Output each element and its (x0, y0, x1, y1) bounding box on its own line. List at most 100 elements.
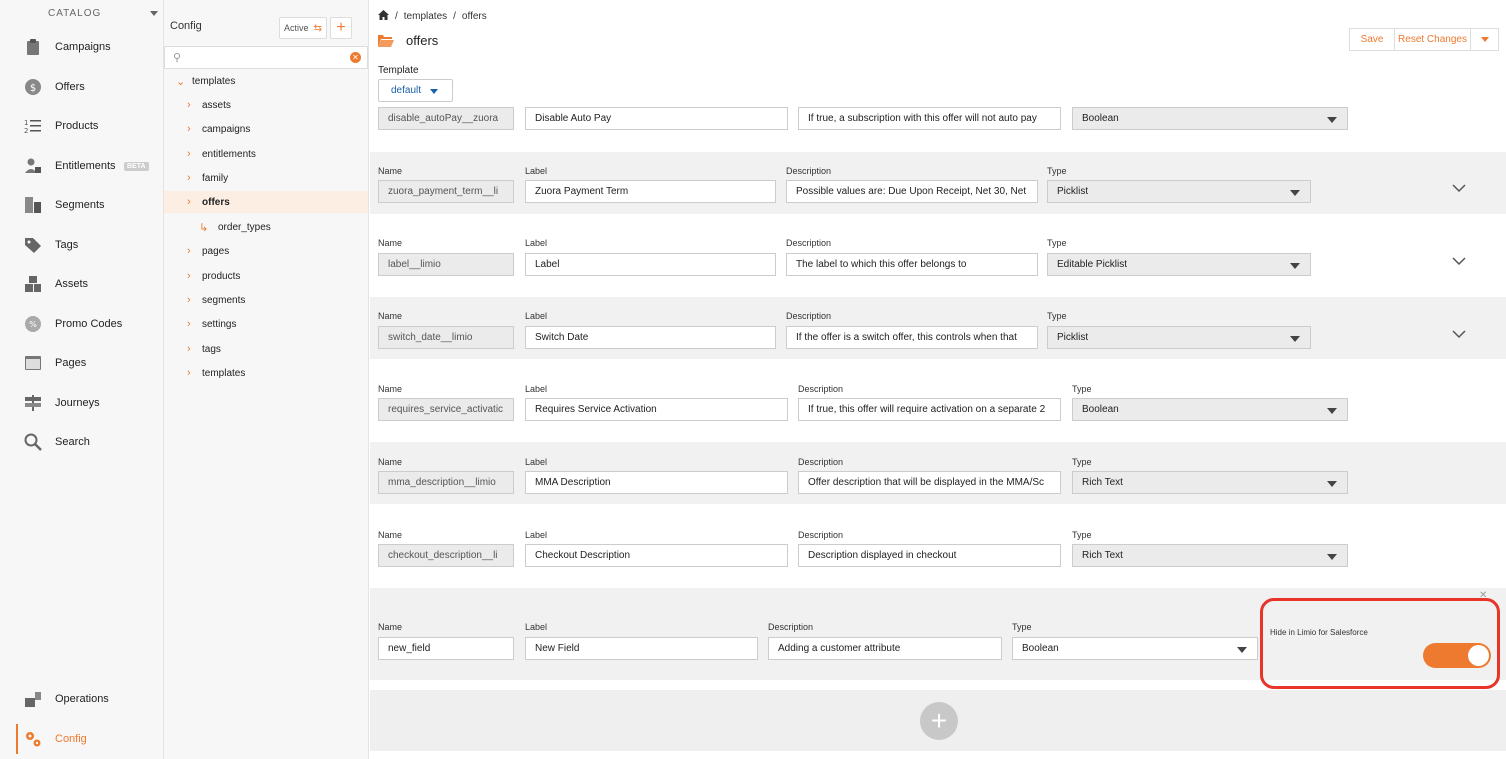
chevron-right-icon: › (187, 172, 191, 184)
nav-label: Search (55, 436, 90, 448)
save-button[interactable]: Save (1349, 28, 1395, 51)
nav-item-tags[interactable]: Tags (0, 230, 163, 260)
template-select[interactable]: default (378, 79, 453, 102)
field-label-input[interactable]: Requires Service Activation (525, 398, 788, 421)
field-type-select[interactable]: Picklist (1047, 326, 1311, 349)
nav-item-search[interactable]: Search (0, 427, 163, 457)
field-label-input[interactable]: Label (525, 253, 776, 276)
nav-item-promo-codes[interactable]: % Promo Codes (0, 309, 163, 339)
nav-item-entitlements[interactable]: Entitlements BETA (0, 151, 163, 181)
tree-node-templates[interactable]: ⌄ templates (164, 70, 368, 92)
field-type-select[interactable]: Rich Text (1072, 544, 1348, 567)
field-type-select[interactable]: Picklist (1047, 180, 1311, 203)
breadcrumb-item[interactable]: offers (462, 11, 487, 22)
field-description-input[interactable]: Adding a customer attribute (768, 637, 1002, 660)
expand-chevron-icon[interactable] (1452, 254, 1466, 268)
reset-changes-button[interactable]: Reset Changes (1395, 28, 1471, 51)
more-actions-button[interactable] (1471, 28, 1499, 51)
clear-search-icon[interactable]: ✕ (350, 52, 361, 63)
tree-node-label: campaigns (202, 123, 251, 135)
catalog-chevron-down-icon[interactable] (150, 11, 158, 16)
tree-node-campaigns[interactable]: › campaigns (164, 118, 368, 140)
type-label: Type (1047, 238, 1067, 248)
field-type-select[interactable]: Boolean (1012, 637, 1258, 660)
field-label-input[interactable]: MMA Description (525, 471, 788, 494)
tree-node-label: entitlements (202, 148, 256, 160)
field-row: Name Label Description Type checkout_des… (370, 515, 1506, 577)
type-label: Type (1012, 622, 1032, 632)
field-label-input[interactable]: Zuora Payment Term (525, 180, 776, 203)
field-name-input[interactable]: switch_date__limio (378, 326, 514, 349)
field-type-select[interactable]: Boolean (1072, 398, 1348, 421)
tree-node-tags[interactable]: › tags (164, 338, 368, 360)
add-config-button[interactable]: + (330, 17, 352, 39)
tree-node-segments[interactable]: › segments (164, 289, 368, 311)
field-type-select[interactable]: Editable Picklist (1047, 253, 1311, 276)
config-tree-panel: Config Active ⇆ + ⚲ ✕ ⌄ templates › asse… (164, 0, 369, 759)
field-description-input[interactable]: If true, a subscription with this offer … (798, 107, 1061, 130)
field-name-input[interactable]: new_field (378, 637, 514, 660)
tree-node-pages[interactable]: › pages (164, 240, 368, 262)
field-description-input[interactable]: If true, this offer will require activat… (798, 398, 1061, 421)
hide-in-limio-label: Hide in Limio for Salesforce (1270, 628, 1368, 637)
toolbar: Save Reset Changes (1349, 28, 1499, 51)
field-name-input[interactable]: disable_autoPay__zuora (378, 107, 514, 130)
field-type-select[interactable]: Boolean (1072, 107, 1348, 130)
nav-item-assets[interactable]: Assets (0, 269, 163, 299)
field-name-input[interactable]: mma_description__limio (378, 471, 514, 494)
tree-search-input[interactable]: ⚲ ✕ (164, 46, 368, 69)
sort-icon: ⇆ (313, 23, 322, 34)
field-label-input[interactable]: New Field (525, 637, 758, 660)
nav-item-campaigns[interactable]: Campaigns (0, 32, 163, 62)
tree-node-entitlements[interactable]: › entitlements (164, 143, 368, 165)
nav-item-segments[interactable]: Segments (0, 190, 163, 220)
field-description-input[interactable]: Offer description that will be displayed… (798, 471, 1061, 494)
left-navigation: CATALOG Campaigns $ Offers 12 Products E… (0, 0, 164, 759)
tree-node-offers[interactable]: › offers (164, 191, 368, 213)
description-label: Description (786, 238, 832, 248)
hide-in-limio-toggle[interactable] (1423, 643, 1491, 668)
field-name-input[interactable]: requires_service_activatic (378, 398, 514, 421)
nav-item-offers[interactable]: $ Offers (0, 72, 163, 102)
tree-node-settings[interactable]: › settings (164, 313, 368, 335)
field-description-input[interactable]: Possible values are: Due Upon Receipt, N… (786, 180, 1038, 203)
field-label-input[interactable]: Switch Date (525, 326, 776, 349)
nav-item-operations[interactable]: Operations (0, 684, 163, 714)
chevron-down-icon (1327, 117, 1337, 123)
nav-item-products[interactable]: 12 Products (0, 111, 163, 141)
folder-open-icon (378, 34, 394, 50)
nav-label: Journeys (55, 397, 100, 409)
field-type-value: Picklist (1057, 332, 1089, 343)
tree-node-assets[interactable]: › assets (164, 94, 368, 116)
tree-node-label: templates (192, 75, 236, 87)
add-field-button[interactable]: + (920, 702, 958, 740)
breadcrumb-item[interactable]: templates (404, 11, 447, 22)
field-description-input[interactable]: The label to which this offer belongs to (786, 253, 1038, 276)
nav-item-journeys[interactable]: Journeys (0, 388, 163, 418)
tree-node-products[interactable]: › products (164, 265, 368, 287)
tree-node-family[interactable]: › family (164, 167, 368, 189)
field-label-input[interactable]: Checkout Description (525, 544, 788, 567)
expand-chevron-icon[interactable] (1452, 327, 1466, 341)
field-description-input[interactable]: If the offer is a switch offer, this con… (786, 326, 1038, 349)
chevron-right-icon: › (187, 367, 191, 379)
field-type-select[interactable]: Rich Text (1072, 471, 1348, 494)
field-row: Name Label Description Type switch_date_… (370, 297, 1506, 359)
field-name-input[interactable]: checkout_description__li (378, 544, 514, 567)
catalog-header: CATALOG (48, 8, 102, 19)
nav-item-config[interactable]: Config (0, 724, 163, 754)
tree-node-templates-child[interactable]: › templates (164, 362, 368, 384)
field-name-input[interactable]: zuora_payment_term__li (378, 180, 514, 203)
active-filter-button[interactable]: Active ⇆ (279, 17, 327, 39)
name-label: Name (378, 457, 403, 467)
field-name-input[interactable]: label__limio (378, 253, 514, 276)
tree-node-label: assets (202, 99, 231, 111)
nav-item-pages[interactable]: Pages (0, 348, 163, 378)
home-icon[interactable] (378, 10, 389, 23)
tree-node-order-types[interactable]: ↳ order_types (164, 216, 368, 238)
nav-label: Segments (55, 199, 105, 211)
field-label-input[interactable]: Disable Auto Pay (525, 107, 788, 130)
field-description-input[interactable]: Description displayed in checkout (798, 544, 1061, 567)
expand-chevron-icon[interactable] (1452, 181, 1466, 195)
tree-node-label: order_types (218, 221, 271, 233)
